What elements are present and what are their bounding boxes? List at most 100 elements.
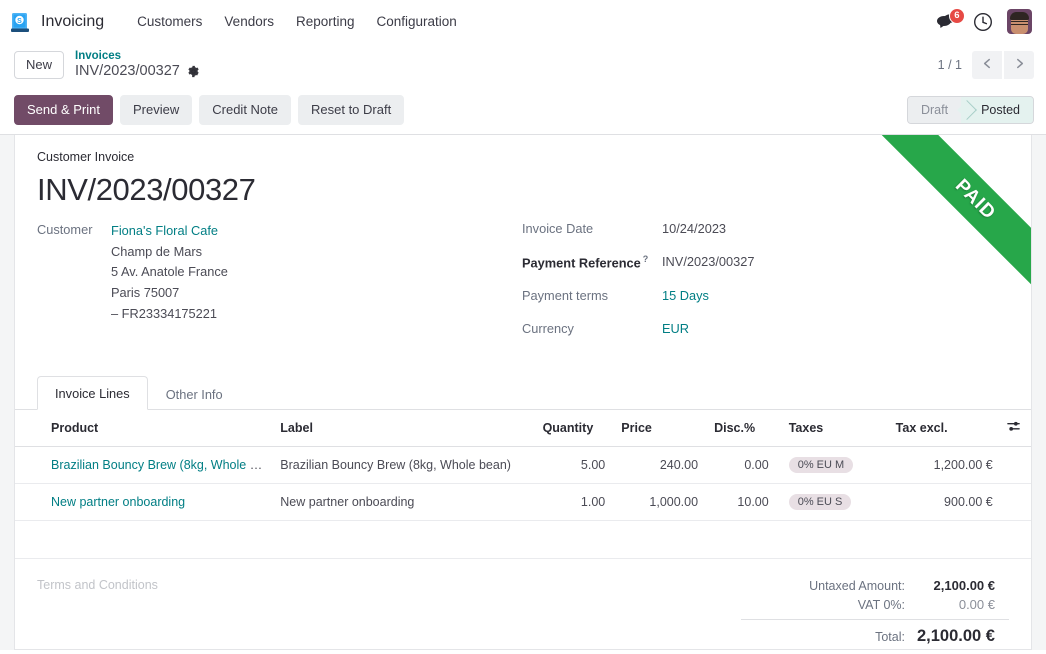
help-tooltip-icon[interactable]: ? [643, 254, 649, 264]
invoicing-app-icon: S [10, 12, 32, 34]
table-row[interactable]: New partner onboarding New partner onboa… [15, 484, 1031, 521]
vat-label[interactable]: VAT 0%: [741, 598, 917, 612]
tax-badge: 0% EU S [789, 494, 852, 510]
totals-block: Untaxed Amount: 2,100.00 € VAT 0%: 0.00 … [741, 576, 1009, 648]
tab-other-info[interactable]: Other Info [148, 377, 241, 410]
payment-terms-value[interactable]: 15 Days [662, 288, 709, 303]
address-line-3: Paris 75007 [111, 283, 228, 304]
column-header-taxes[interactable]: Taxes [777, 410, 888, 447]
cell-discount[interactable]: 0.00 [706, 447, 777, 484]
nav-item-customers[interactable]: Customers [126, 10, 213, 33]
clock-icon[interactable] [973, 12, 993, 32]
navbar-systray: 6 [935, 9, 1034, 34]
payment-reference-value[interactable]: INV/2023/00327 [662, 254, 755, 269]
messages-icon[interactable]: 6 [935, 11, 959, 33]
pager-previous-button[interactable] [972, 51, 1002, 79]
currency-label: Currency [522, 321, 662, 336]
sheet-footer: Terms and Conditions Untaxed Amount: 2,1… [37, 559, 1009, 648]
cell-label[interactable]: Brazilian Bouncy Brew (8kg, Whole bean) [272, 447, 534, 484]
page-title: INV/2023/00327 [37, 174, 1009, 205]
terms-and-conditions-input[interactable]: Terms and Conditions [37, 576, 741, 592]
cell-taxes[interactable]: 0% EU M [777, 447, 888, 484]
payment-reference-label: Payment Reference? [522, 254, 662, 270]
reset-to-draft-button[interactable]: Reset to Draft [298, 95, 404, 125]
total-row-untaxed: Untaxed Amount: 2,100.00 € [741, 576, 1009, 595]
status-step-posted[interactable]: Posted [961, 97, 1033, 123]
field-invoice-date: Invoice Date 10/24/2023 [522, 221, 1009, 236]
top-navbar: S Invoicing Customers Vendors Reporting … [0, 0, 1046, 43]
invoice-lines-table: Product Label Quantity Price Disc.% Taxe… [15, 410, 1031, 559]
column-header-product[interactable]: Product [15, 410, 272, 447]
column-header-price[interactable]: Price [613, 410, 706, 447]
pager-count: 1 / 1 [938, 58, 962, 72]
tax-badge: 0% EU M [789, 457, 853, 473]
cell-discount[interactable]: 10.00 [706, 484, 777, 521]
customer-name-link[interactable]: Fiona's Floral Cafe [111, 223, 218, 238]
status-step-draft[interactable]: Draft [908, 97, 961, 123]
field-payment-terms: Payment terms 15 Days [522, 288, 1009, 303]
cell-product[interactable]: Brazilian Bouncy Brew (8kg, Whole bean) [15, 447, 272, 484]
credit-note-button[interactable]: Credit Note [199, 95, 291, 125]
chevron-left-icon [981, 57, 994, 73]
main-menu: Customers Vendors Reporting Configuratio… [126, 10, 468, 33]
column-header-label[interactable]: Label [272, 410, 534, 447]
nav-item-reporting[interactable]: Reporting [285, 10, 366, 33]
vat-value: 0.00 € [917, 597, 1009, 612]
currency-value[interactable]: EUR [662, 321, 689, 336]
pager: 1 / 1 [938, 51, 1034, 79]
column-options-icon [1007, 420, 1020, 433]
invoice-date-value[interactable]: 10/24/2023 [662, 221, 726, 236]
cell-taxes[interactable]: 0% EU S [777, 484, 888, 521]
total-value: 2,100.00 € [917, 627, 1009, 646]
cell-subtotal: 1,200.00 € [888, 447, 1007, 484]
form-sheet-background: PAID Customer Invoice INV/2023/00327 Cus… [0, 135, 1046, 650]
nav-item-vendors[interactable]: Vendors [213, 10, 285, 33]
cell-price[interactable]: 1,000.00 [613, 484, 706, 521]
control-panel: New Invoices INV/2023/00327 1 / 1 [0, 43, 1046, 88]
cell-price[interactable]: 240.00 [613, 447, 706, 484]
pager-next-button[interactable] [1004, 51, 1034, 79]
cell-subtotal: 900.00 € [888, 484, 1007, 521]
customer-block: Customer Fiona's Floral Cafe Champ de Ma… [37, 221, 522, 354]
svg-text:S: S [17, 18, 22, 25]
table-row[interactable]: Brazilian Bouncy Brew (8kg, Whole bean) … [15, 447, 1031, 484]
cell-label[interactable]: New partner onboarding [272, 484, 534, 521]
breadcrumb-current-record: INV/2023/00327 [75, 63, 180, 81]
gear-icon[interactable] [187, 65, 200, 78]
chevron-right-icon [1013, 57, 1026, 73]
column-header-quantity[interactable]: Quantity [535, 410, 614, 447]
invoice-lines-body: Brazilian Bouncy Brew (8kg, Whole bean) … [15, 447, 1031, 559]
total-row-grand: Total: 2,100.00 € [741, 619, 1009, 648]
cell-row-actions [1007, 447, 1031, 484]
status-bar: Draft Posted [907, 96, 1034, 124]
column-header-discount[interactable]: Disc.% [706, 410, 777, 447]
form-sheet: PAID Customer Invoice INV/2023/00327 Cus… [14, 135, 1032, 650]
table-header-row: Product Label Quantity Price Disc.% Taxe… [15, 410, 1031, 447]
untaxed-amount-label: Untaxed Amount: [741, 579, 917, 593]
breadcrumb: Invoices INV/2023/00327 [75, 49, 200, 81]
send-and-print-button[interactable]: Send & Print [14, 95, 113, 125]
cell-quantity[interactable]: 1.00 [535, 484, 614, 521]
cell-quantity[interactable]: 5.00 [535, 447, 614, 484]
field-currency: Currency EUR [522, 321, 1009, 336]
brand-name[interactable]: Invoicing [41, 13, 104, 31]
invoice-meta-block: Invoice Date 10/24/2023 Payment Referenc… [522, 221, 1009, 354]
optional-columns-toggle[interactable] [1007, 410, 1031, 447]
messages-count-badge: 6 [949, 8, 965, 25]
table-empty-row[interactable] [15, 521, 1031, 559]
address-line-2: 5 Av. Anatole France [111, 262, 228, 283]
cell-product[interactable]: New partner onboarding [15, 484, 272, 521]
user-avatar[interactable] [1007, 9, 1032, 34]
total-row-vat: VAT 0%: 0.00 € [741, 595, 1009, 614]
new-record-button[interactable]: New [14, 51, 64, 79]
breadcrumb-parent-invoices[interactable]: Invoices [75, 49, 200, 63]
field-payment-reference: Payment Reference? INV/2023/00327 [522, 254, 1009, 270]
invoice-date-label: Invoice Date [522, 221, 662, 236]
nav-item-configuration[interactable]: Configuration [366, 10, 468, 33]
document-type-label: Customer Invoice [37, 135, 1009, 164]
notebook: Invoice Lines Other Info Product Label Q… [37, 376, 1009, 559]
cell-row-actions [1007, 484, 1031, 521]
tab-invoice-lines[interactable]: Invoice Lines [37, 376, 148, 410]
column-header-subtotal[interactable]: Tax excl. [888, 410, 1007, 447]
preview-button[interactable]: Preview [120, 95, 192, 125]
